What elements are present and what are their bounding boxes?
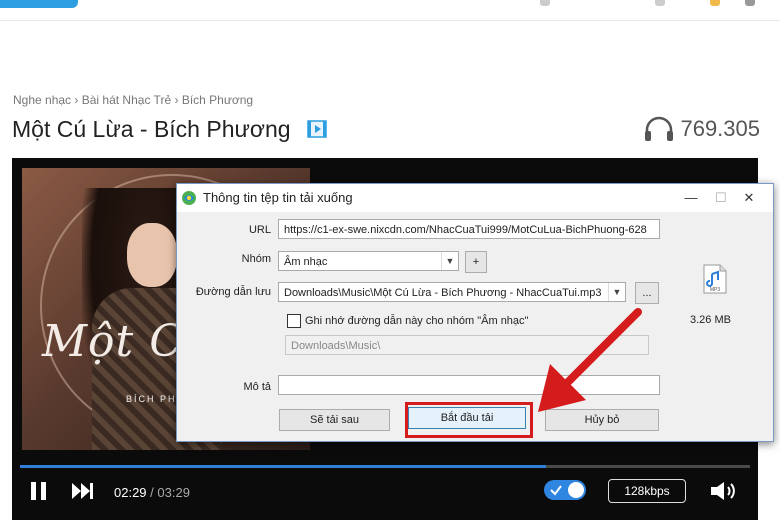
site-header xyxy=(0,0,780,21)
highlight-box xyxy=(405,402,533,438)
site-logo[interactable] xyxy=(0,0,78,8)
breadcrumb-separator: › xyxy=(174,93,179,107)
add-group-button[interactable]: + xyxy=(465,251,487,273)
dialog-title: Thông tin tệp tin tải xuống xyxy=(203,190,353,205)
listen-count: 769.305 xyxy=(644,116,760,142)
group-select[interactable]: Âm nhạc ▼ xyxy=(278,251,459,271)
pause-icon[interactable] xyxy=(28,480,50,502)
header-icon[interactable] xyxy=(710,0,720,6)
chevron-down-icon: ▼ xyxy=(441,252,458,270)
breadcrumb-item[interactable]: Bài hát Nhạc Trẻ xyxy=(82,93,171,107)
save-path-label: Đường dẫn lưu xyxy=(195,286,271,298)
minimize-button[interactable]: — xyxy=(677,187,705,209)
breadcrumb-separator: › xyxy=(74,93,79,107)
quality-button[interactable]: 128kbps xyxy=(608,479,686,503)
file-size: 3.26 MB xyxy=(690,314,731,326)
breadcrumb-item[interactable]: Bích Phương xyxy=(182,93,253,107)
duration: 03:29 xyxy=(157,485,190,500)
listen-count-value: 769.305 xyxy=(680,116,760,141)
mp3-file-icon: MP3 xyxy=(703,264,727,294)
red-arrow-icon xyxy=(538,308,642,412)
breadcrumb: Nghe nhạc › Bài hát Nhạc Trẻ › Bích Phươ… xyxy=(13,93,253,107)
description-label: Mô tả xyxy=(243,381,271,393)
url-label: URL xyxy=(248,224,271,236)
download-later-button[interactable]: Sẽ tải sau xyxy=(279,409,390,431)
header-icon[interactable] xyxy=(540,0,550,6)
time-separator: / xyxy=(150,485,154,500)
svg-text:MP3: MP3 xyxy=(710,287,721,293)
group-select-value: Âm nhạc xyxy=(284,256,328,268)
header-icon[interactable] xyxy=(745,0,755,6)
url-field[interactable]: https://c1-ex-swe.nixcdn.com/NhacCuaTui9… xyxy=(278,219,660,239)
maximize-button[interactable]: ☐ xyxy=(707,187,735,209)
progress-bar[interactable] xyxy=(20,465,750,468)
save-path-value: Downloads\Music\Một Cú Lừa - Bích Phương… xyxy=(284,287,602,299)
next-track-icon[interactable] xyxy=(70,480,94,502)
idm-globe-icon xyxy=(182,191,196,205)
save-path-select[interactable]: Downloads\Music\Một Cú Lừa - Bích Phương… xyxy=(278,282,626,302)
autoplay-toggle[interactable] xyxy=(544,480,586,500)
volume-icon[interactable] xyxy=(709,480,741,502)
song-title: Một Cú Lừa - Bích Phương xyxy=(12,116,291,142)
breadcrumb-item[interactable]: Nghe nhạc xyxy=(13,93,71,107)
group-label: Nhóm xyxy=(241,253,271,265)
dialog-titlebar[interactable]: Thông tin tệp tin tải xuống — ☐ ✕ xyxy=(177,184,773,212)
checkbox-box[interactable] xyxy=(287,314,301,328)
video-icon[interactable] xyxy=(307,120,327,138)
playback-time: 02:29 / 03:29 xyxy=(114,485,190,500)
remember-path-label: Ghi nhớ đường dẫn này cho nhóm "Âm nhạc" xyxy=(305,315,529,327)
current-time: 02:29 xyxy=(114,485,147,500)
check-icon xyxy=(550,485,562,496)
chevron-down-icon: ▼ xyxy=(608,283,625,301)
header-icon[interactable] xyxy=(655,0,665,6)
headphone-icon xyxy=(645,116,674,141)
close-button[interactable]: ✕ xyxy=(735,187,763,209)
remember-path-checkbox[interactable]: Ghi nhớ đường dẫn này cho nhóm "Âm nhạc" xyxy=(287,314,528,328)
